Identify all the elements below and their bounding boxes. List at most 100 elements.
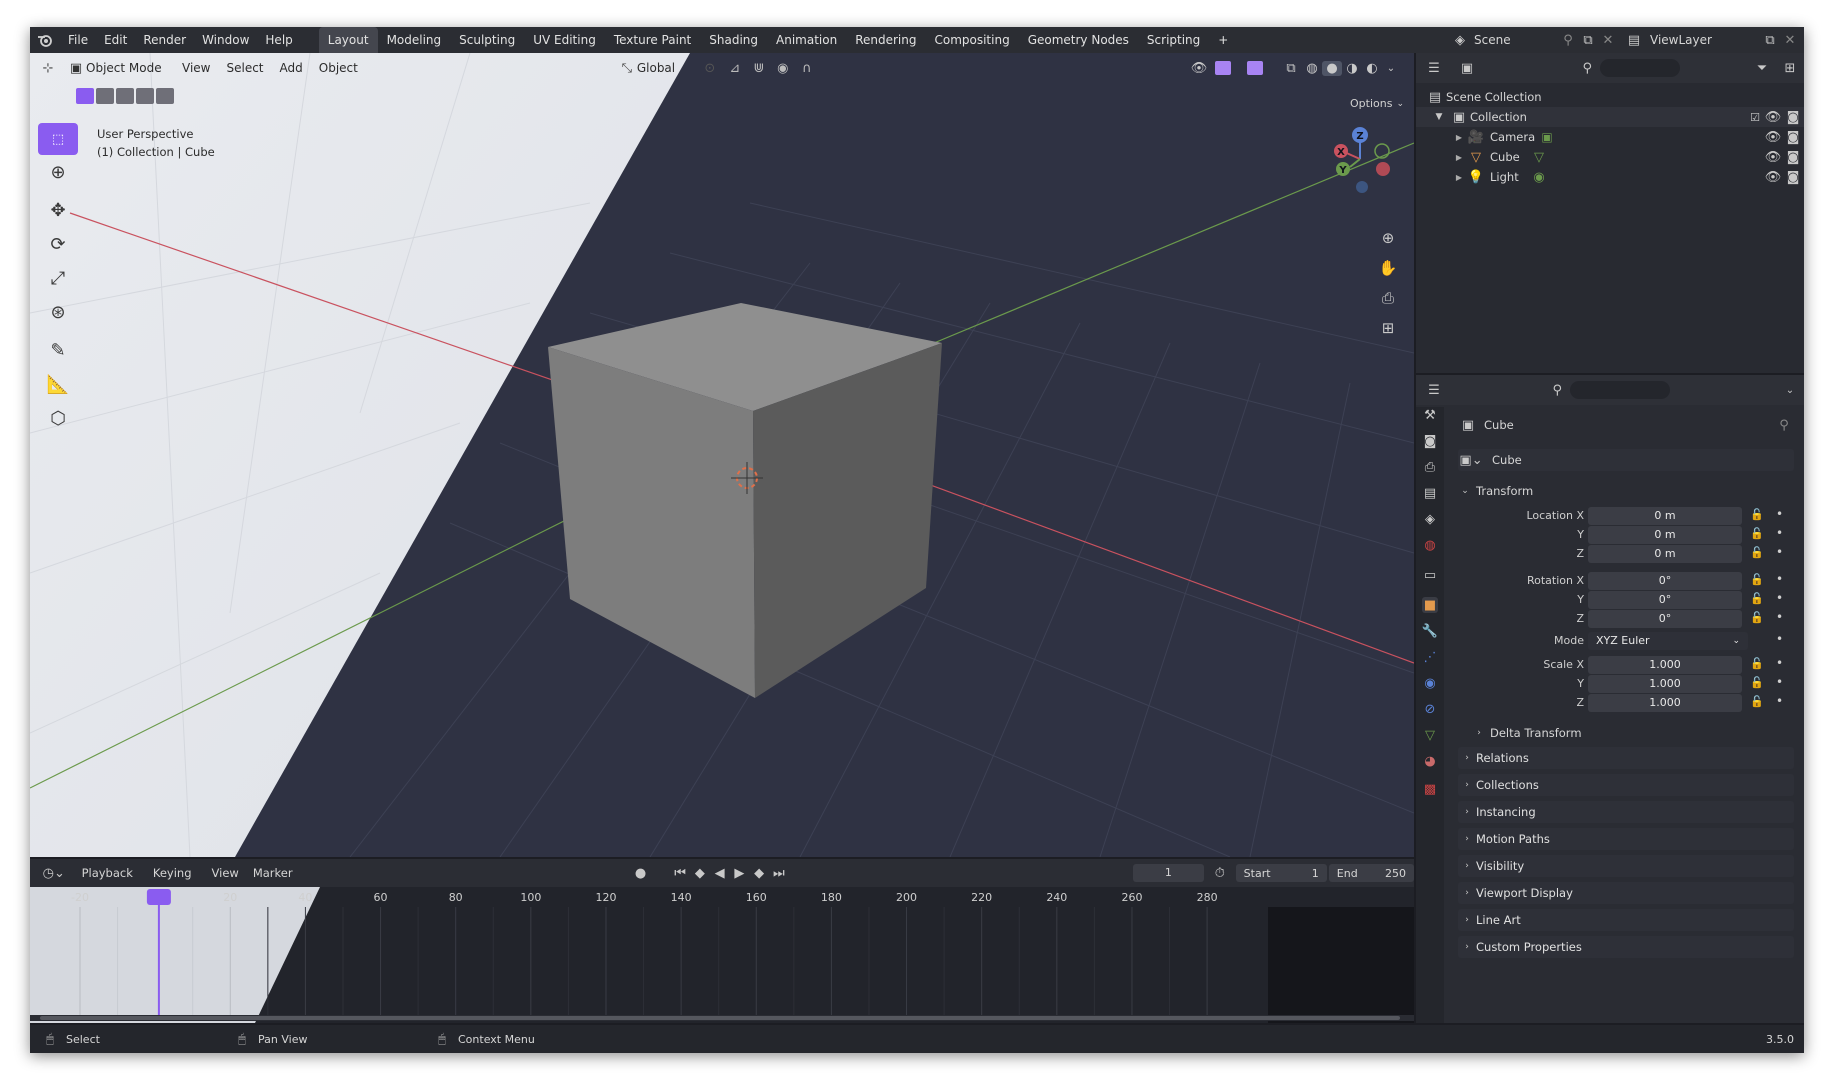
timeline-menu-view[interactable]: View (212, 866, 239, 880)
mesh-data-icon[interactable]: ▽ (1530, 150, 1548, 165)
outliner-editor-icon[interactable]: ☰ (1416, 61, 1452, 76)
outliner-row-light[interactable]: ▶ 💡 Light ◉ 👁 ◙ (1416, 167, 1804, 187)
select-subtract-icon[interactable] (116, 88, 134, 104)
material-tab-icon[interactable]: ◕ (1422, 753, 1438, 769)
options-dropdown[interactable]: Options ⌄ (1350, 97, 1404, 110)
rotate-tool-icon[interactable]: ⟳ (38, 227, 78, 261)
scale-y-field[interactable]: 1.000 (1588, 675, 1742, 693)
hide-eye-icon[interactable]: 👁 (1764, 110, 1782, 125)
navigation-gizmo[interactable]: Z X Y (1320, 119, 1400, 199)
outliner-row-camera[interactable]: ▶ 🎥 Camera ▣ 👁 ◙ (1416, 127, 1804, 147)
pivot-point-icon[interactable]: ⊙ (697, 61, 723, 76)
tab-uv-editing[interactable]: UV Editing (524, 33, 605, 47)
render-camera-icon[interactable]: ◙ (1782, 150, 1804, 165)
outliner-search-input[interactable] (1600, 59, 1680, 77)
scale-z-field[interactable]: 1.000 (1588, 694, 1742, 712)
rotation-y-field[interactable]: 0° (1588, 591, 1742, 609)
tab-modeling[interactable]: Modeling (378, 33, 451, 47)
render-tab-icon[interactable]: ◙ (1422, 433, 1438, 449)
keyframe-dot-icon[interactable]: • (1776, 656, 1783, 670)
end-frame-field[interactable]: End 250 (1328, 864, 1414, 882)
shading-solid-icon[interactable]: ● (1322, 60, 1342, 76)
move-tool-icon[interactable]: ✥ (38, 193, 78, 227)
outliner-row-collection[interactable]: ▼ ▣ Collection ☑ 👁 ◙ (1416, 107, 1804, 127)
timeline-menu-keying[interactable]: Keying (153, 866, 192, 880)
render-camera-icon[interactable]: ◙ (1782, 170, 1804, 185)
timeline-scrollbar[interactable] (40, 1016, 1400, 1020)
timeline-menu-marker[interactable]: Marker (253, 866, 293, 880)
panel-relations[interactable]: › Relations (1458, 747, 1794, 769)
lock-icon[interactable]: 🔓 (1750, 546, 1764, 559)
object-tab-icon[interactable]: ■ (1422, 597, 1438, 613)
location-y-field[interactable]: 0 m (1588, 526, 1742, 544)
properties-editor-icon[interactable]: ☰ (1416, 383, 1452, 398)
panel-motion-paths[interactable]: › Motion Paths (1458, 828, 1794, 850)
modifier-tab-icon[interactable]: 🔧 (1422, 623, 1438, 639)
select-intersect-icon[interactable] (156, 88, 174, 104)
display-mode-icon[interactable]: ▣ (1452, 61, 1482, 76)
scale-tool-icon[interactable]: ⤢ (38, 261, 78, 295)
new-view-layer-icon[interactable]: ⧉ (1760, 33, 1780, 48)
viewport-menu-view[interactable]: View (182, 61, 210, 75)
search-icon[interactable]: ⚲ (1482, 61, 1592, 76)
lock-icon[interactable]: 🔓 (1750, 676, 1764, 689)
annotate-tool-icon[interactable]: ✎ (38, 333, 78, 367)
transform-orientation-dropdown[interactable]: Global (637, 61, 697, 75)
world-tab-icon[interactable]: ◍ (1422, 537, 1438, 553)
current-frame-field[interactable]: 1 (1132, 864, 1204, 882)
lock-icon[interactable]: 🔓 (1750, 592, 1764, 605)
scene-icon[interactable]: ◈ (1446, 33, 1474, 48)
editor-type-icon[interactable]: ⊹ (30, 61, 66, 76)
render-camera-icon[interactable]: ◙ (1782, 130, 1804, 145)
remove-view-layer-icon[interactable]: ✕ (1780, 33, 1800, 48)
close-icon[interactable]: ✕ (1598, 33, 1618, 48)
tab-compositing[interactable]: Compositing (925, 33, 1018, 47)
texture-tab-icon[interactable]: ▩ (1422, 781, 1438, 797)
gizmo-toggle-icon[interactable] (1212, 61, 1234, 75)
transform-tool-icon[interactable]: ⊛ (38, 295, 78, 329)
view-layer-name[interactable]: ViewLayer (1650, 33, 1760, 47)
next-keyframe-icon[interactable]: ◆ (749, 866, 769, 881)
object-mode-dropdown[interactable]: Object Mode (86, 61, 182, 75)
lock-icon[interactable]: 🔓 (1750, 657, 1764, 670)
visibility-icon[interactable]: 👁 (1186, 61, 1212, 76)
rotation-x-field[interactable]: 0° (1588, 572, 1742, 590)
keyframe-dot-icon[interactable]: • (1776, 526, 1783, 540)
exclude-checkbox-icon[interactable]: ☑ (1746, 111, 1764, 124)
cursor-tool-icon[interactable]: ⊕ (38, 155, 78, 189)
panel-custom-properties[interactable]: › Custom Properties (1458, 936, 1794, 958)
viewport-menu-object[interactable]: Object (319, 61, 358, 75)
collection-tab-icon[interactable]: ▭ (1422, 567, 1438, 583)
expand-cube-icon[interactable]: ▶ (1452, 153, 1466, 162)
timeline-editor-icon[interactable]: ◷⌄ (36, 866, 72, 881)
start-frame-field[interactable]: Start 1 (1235, 864, 1327, 882)
scene-tab-icon[interactable]: ◈ (1422, 511, 1438, 527)
output-tab-icon[interactable]: ⎙ (1422, 459, 1438, 475)
tab-rendering[interactable]: Rendering (846, 33, 925, 47)
proportional-edit-icon[interactable]: ◉ (771, 61, 795, 76)
outliner-row-cube[interactable]: ▶ ▽ Cube ▽ 👁 ◙ (1416, 147, 1804, 167)
hide-eye-icon[interactable]: 👁 (1764, 130, 1782, 145)
menu-window[interactable]: Window (194, 33, 257, 47)
rotation-z-field[interactable]: 0° (1588, 610, 1742, 628)
transform-panel-header[interactable]: ⌄ Transform (1458, 481, 1794, 501)
expand-collection-icon[interactable]: ▼ (1432, 112, 1446, 122)
timeline-area[interactable]: -20 20 40 60 80 100 120 140 160 180 200 220 240 260 28… (30, 887, 1414, 1023)
lock-icon[interactable]: 🔓 (1750, 527, 1764, 540)
datablock-name[interactable]: Cube (1492, 453, 1522, 467)
outliner-row-scene-collection[interactable]: ▤ Scene Collection (1416, 87, 1804, 107)
menu-edit[interactable]: Edit (96, 33, 135, 47)
falloff-icon[interactable]: ∩ (795, 61, 819, 76)
playhead-handle[interactable] (146, 889, 171, 905)
pin-icon[interactable]: ⚲ (1558, 33, 1578, 48)
panel-visibility[interactable]: › Visibility (1458, 855, 1794, 877)
keyframe-dot-icon[interactable]: • (1776, 507, 1783, 521)
lock-icon[interactable]: 🔓 (1750, 573, 1764, 586)
location-z-field[interactable]: 0 m (1588, 545, 1742, 563)
camera-view-icon[interactable]: ⎙ (1376, 283, 1400, 313)
scale-x-field[interactable]: 1.000 (1588, 656, 1742, 674)
rotation-mode-dropdown[interactable]: XYZ Euler ⌄ (1588, 632, 1748, 650)
panel-instancing[interactable]: › Instancing (1458, 801, 1794, 823)
shading-options-icon[interactable]: ⌄ (1382, 63, 1400, 74)
play-reverse-icon[interactable]: ◀ (710, 866, 730, 881)
